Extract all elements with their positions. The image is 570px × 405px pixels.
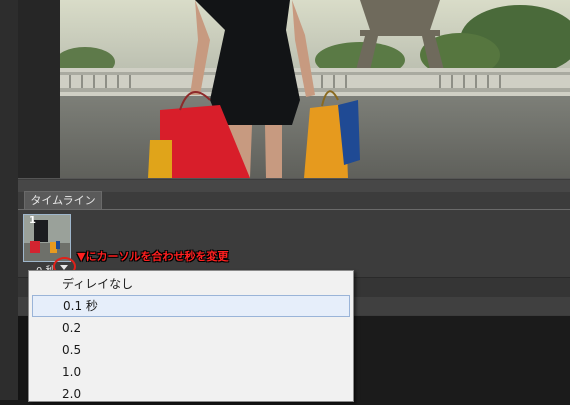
instruction-annotation: ▼にカーソルを合わせ秒を変更 xyxy=(77,250,229,263)
canvas-margin xyxy=(18,0,60,178)
menu-item-2.0[interactable]: 2.0 xyxy=(32,383,350,405)
tab-timeline[interactable]: タイムライン xyxy=(24,191,102,210)
left-toolbar-strip xyxy=(0,0,18,400)
tab-divider xyxy=(18,209,570,210)
canvas-image xyxy=(60,0,570,178)
workspace-background-right xyxy=(355,316,570,400)
frame-delay-menu: ディレイなし 0.1 秒 0.2 0.5 1.0 2.0 xyxy=(28,270,354,402)
menu-item-0.1-sec[interactable]: 0.1 秒 xyxy=(32,295,350,317)
frame-number: 1 xyxy=(29,215,36,226)
menu-item-0.5[interactable]: 0.5 xyxy=(32,339,350,361)
menu-item-1.0[interactable]: 1.0 xyxy=(32,361,350,383)
menu-item-no-delay[interactable]: ディレイなし xyxy=(32,273,350,295)
menu-item-0.2[interactable]: 0.2 xyxy=(32,317,350,339)
